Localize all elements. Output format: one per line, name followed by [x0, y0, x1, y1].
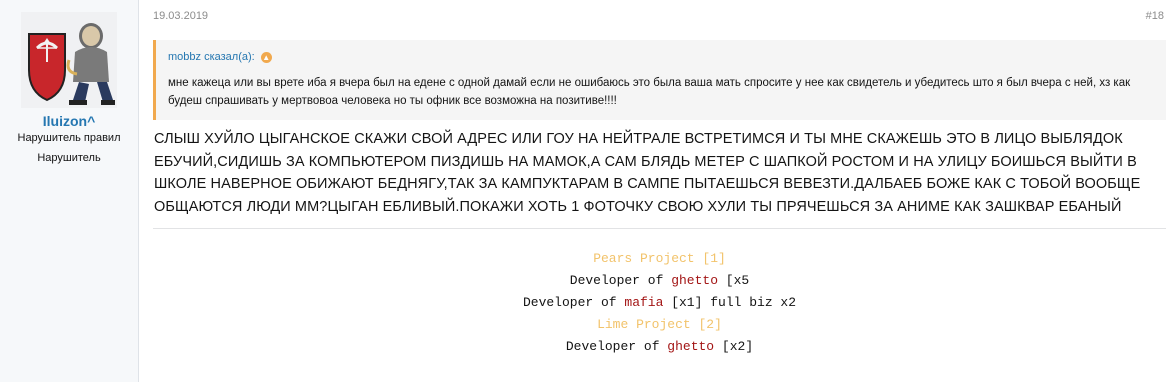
signature-text: Developer of [565, 339, 668, 354]
user-banner: Нарушитель [37, 152, 101, 164]
quote-header[interactable]: mobbz сказал(а): ▲ [168, 48, 272, 66]
post-number[interactable]: #18 [1146, 10, 1164, 22]
avatar-image [21, 12, 117, 108]
signature-text: [x1] full biz x2 [663, 295, 797, 310]
signature-highlight: ghetto [671, 273, 718, 288]
post-body: СЛЫШ ХУЙЛО ЦЫГАНСКОЕ СКАЖИ СВОЙ АДРЕС ИЛ… [154, 131, 1141, 215]
avatar[interactable] [21, 12, 117, 108]
quote-text: мне кажеца или вы врете иба я вчера был … [168, 77, 1131, 107]
signature-text: [x2] [714, 339, 754, 354]
signature-text: Developer of [522, 295, 625, 310]
signature-line-ghetto-x5: Developer of ghetto [x5 [153, 270, 1166, 292]
signature-text: Developer of [569, 273, 672, 288]
signature-line-lime: Lime Project [2] [597, 317, 722, 332]
signature-line-pears: Pears Project [1] [593, 251, 726, 266]
signature-highlight: ghetto [667, 339, 715, 354]
arrow-up-circle-icon[interactable]: ▲ [260, 51, 272, 63]
signature: Pears Project [1] Developer of ghetto [x… [153, 248, 1166, 358]
signature-line-mafia: Developer of mafia [x1] full biz x2 [153, 292, 1166, 314]
user-info-column: Iluizon^ Нарушитель правил Нарушитель [0, 0, 139, 382]
signature-highlight: mafia [624, 295, 664, 310]
username-link[interactable]: Iluizon^ [0, 113, 138, 129]
signature-divider [153, 228, 1166, 229]
signature-text: [x5 [718, 273, 750, 288]
quote-author[interactable]: mobbz сказал(а): [168, 51, 255, 63]
post-date[interactable]: 19.03.2019 [153, 10, 208, 22]
signature-line-ghetto-x2: Developer of ghetto [x2] [153, 336, 1166, 358]
user-title: Нарушитель правил [17, 132, 121, 144]
quote-block: mobbz сказал(а): ▲ мне кажеца или вы вре… [153, 40, 1166, 120]
